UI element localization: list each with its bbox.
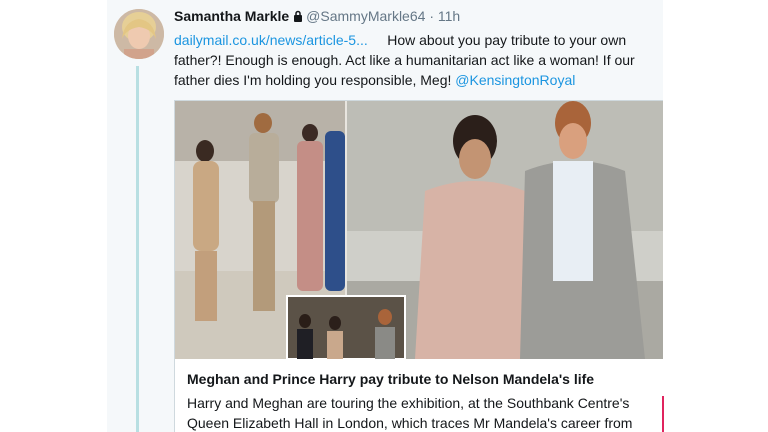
- thread-connector-line: [136, 66, 139, 432]
- tweet-timestamp[interactable]: 11h: [438, 8, 460, 24]
- tweet-text: dailymail.co.uk/news/article-5... How ab…: [174, 30, 663, 90]
- tweet[interactable]: Samantha Markle @SammyMarkle64 · 11h dail…: [107, 0, 663, 432]
- article-link[interactable]: dailymail.co.uk/news/article-5...: [174, 32, 368, 48]
- screenshot-frame: Samantha Markle @SammyMarkle64 · 11h dail…: [0, 0, 768, 432]
- tweet-header: Samantha Markle @SammyMarkle64 · 11h: [174, 8, 460, 25]
- edge-marker: [662, 396, 664, 432]
- lock-icon: [293, 9, 303, 25]
- author-handle[interactable]: @SammyMarkle64: [306, 8, 425, 24]
- mention-link[interactable]: @KensingtonRoyal: [455, 72, 575, 88]
- card-description: Harry and Meghan are touring the exhibit…: [187, 395, 633, 431]
- card-image: [175, 101, 663, 360]
- author-name[interactable]: Samantha Markle: [174, 8, 289, 24]
- card-title: Meghan and Prince Harry pay tribute to N…: [187, 371, 595, 387]
- author-avatar[interactable]: [114, 9, 164, 59]
- link-preview-card[interactable]: Meghan and Prince Harry pay tribute to N…: [174, 100, 663, 432]
- header-separator: ·: [429, 8, 434, 24]
